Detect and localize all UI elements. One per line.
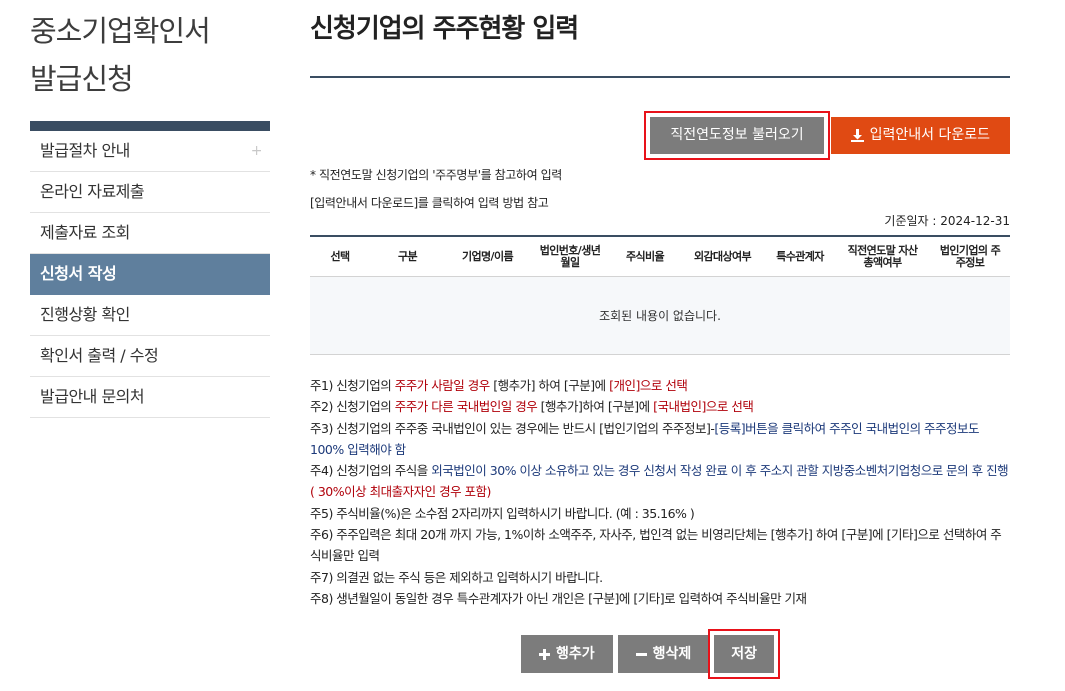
- note-text: [국내법인]으로 선택: [653, 399, 754, 415]
- note-3: 주3) 신청기업의 주주중 국내법인이 있는 경우에는 반드시 [법인기업의 주…: [310, 418, 1010, 461]
- note-text: 주주가 다른 국내법인일 경우: [394, 399, 538, 415]
- col-name: 기업명/이름: [461, 249, 514, 263]
- save-button[interactable]: 저장: [708, 629, 781, 679]
- load-prev-year-button[interactable]: 직전연도정보 불러오기: [644, 111, 830, 160]
- table-header: 선택 구분 기업명/이름 법인번호/생년월일 주식비율 외감대상여부 특수관계자…: [310, 235, 1010, 277]
- plus-icon[interactable]: +: [251, 131, 263, 171]
- note-5: 주5) 주식비율(%)은 소수점 2자리까지 입력하시기 바랍니다. (예 : …: [310, 505, 695, 521]
- sidebar-divider: [30, 121, 270, 131]
- col-audit-target: 외감대상여부: [693, 249, 752, 263]
- sidebar-item-label: 온라인 자료제출: [40, 182, 145, 201]
- note-1: 주1) 신청기업의 주주가 사람일 경우 [행추가] 하여 [구분]에 [개인]…: [310, 375, 1010, 396]
- note-text: [행추가]하여 [구분]에: [537, 399, 654, 415]
- sidebar: 중소기업확인서 발급신청 발급절차 안내 + 온라인 자료제출 제출자료 조회 …: [30, 0, 270, 418]
- sidebar-item-label: 진행상황 확인: [40, 305, 130, 324]
- base-date: 기준일자 : 2024-12-31: [884, 214, 1010, 228]
- sidebar-item-label: 신청서 작성: [40, 264, 117, 283]
- sidebar-item-label: 발급절차 안내: [40, 141, 130, 160]
- note-text: [행추가] 하여 [구분]에: [489, 378, 610, 393]
- col-select: 선택: [330, 249, 350, 263]
- sidebar-title: 중소기업확인서 발급신청: [30, 0, 270, 103]
- sidebar-title-line1: 중소기업확인서: [30, 14, 211, 48]
- sidebar-item-print-edit[interactable]: 확인서 출력 / 수정: [30, 336, 270, 377]
- page-title: 신청기업의 주주현황 입력: [310, 14, 579, 44]
- note-2: 주2) 신청기업의 주주가 다른 국내법인일 경우 [행추가]하여 [구분]에 …: [310, 396, 1010, 417]
- col-share-ratio: 주식비율: [625, 249, 665, 263]
- note-text: 외국법인이 30% 이상 소유하고 있는 경우 신청서 작성 완료 이 후 주소…: [431, 463, 1009, 479]
- note-text: 주주가 사람일 경우: [394, 378, 490, 393]
- sidebar-item-label: 발급안내 문의처: [40, 387, 145, 406]
- sidebar-item-label: 확인서 출력 / 수정: [40, 346, 159, 365]
- minus-icon: [635, 652, 647, 656]
- note-text: ( 30%이상 최대출자자인 경우 포함): [310, 484, 491, 500]
- col-corp-number: 법인번호/생년월일: [539, 243, 601, 269]
- note-text: 주1) 신청기업의: [310, 378, 395, 393]
- note-shareholder-list: * 직전연도말 신청기업의 '주주명부'를 참고하여 입력: [310, 168, 562, 182]
- sidebar-title-line2: 발급신청: [30, 62, 134, 96]
- notes-block: 주1) 신청기업의 주주가 사람일 경우 [행추가] 하여 [구분]에 [개인]…: [310, 375, 1010, 609]
- col-related-party: 특수관계자: [776, 249, 824, 263]
- note-text: 주4) 신청기업의 주식을: [310, 463, 432, 479]
- download-guide-label: 입력안내서 다운로드: [869, 127, 990, 143]
- sidebar-item-label: 제출자료 조회: [40, 223, 130, 242]
- sidebar-menu: 발급절차 안내 + 온라인 자료제출 제출자료 조회 신청서 작성 진행상황 확…: [30, 131, 270, 418]
- delete-row-button[interactable]: 행삭제: [617, 635, 710, 673]
- save-label: 저장: [731, 646, 758, 662]
- bottom-button-row: 행추가 행삭제 저장: [521, 629, 781, 679]
- note-8: 주8) 생년월일이 동일한 경우 특수관계자가 아닌 개인은 [구분]에 [기타…: [310, 590, 807, 606]
- sidebar-item-online-submit[interactable]: 온라인 자료제출: [30, 172, 270, 213]
- plus-icon: [539, 648, 550, 660]
- add-row-label: 행추가: [556, 646, 595, 662]
- note-6: 주6) 주주입력은 최대 20개 까지 가능, 1%이하 소액주주, 자사주, …: [310, 527, 1002, 564]
- table-empty-message: 조회된 내용이 없습니다.: [310, 277, 1010, 355]
- title-divider: [310, 76, 1010, 78]
- note-7: 주7) 의결권 없는 주식 등은 제외하고 입력하시기 바랍니다.: [310, 569, 603, 585]
- sidebar-item-progress[interactable]: 진행상황 확인: [30, 295, 270, 336]
- col-type: 구분: [397, 249, 418, 263]
- note-4: 주4) 신청기업의 주식을 외국법인이 30% 이상 소유하고 있는 경우 신청…: [310, 460, 1010, 503]
- top-button-row: 직전연도정보 불러오기 입력안내서 다운로드: [644, 111, 1010, 160]
- download-icon: [850, 129, 864, 142]
- delete-row-label: 행삭제: [652, 646, 692, 662]
- sidebar-item-submitted-search[interactable]: 제출자료 조회: [30, 213, 270, 254]
- col-total-assets: 직전연도말 자산총액여부: [847, 243, 918, 269]
- sidebar-item-procedure[interactable]: 발급절차 안내 +: [30, 131, 270, 172]
- note-text: [개인]으로 선택: [609, 378, 688, 393]
- shareholder-table: 선택 구분 기업명/이름 법인번호/생년월일 주식비율 외감대상여부 특수관계자…: [310, 235, 1010, 355]
- note-download-guide: [입력안내서 다운로드]를 클릭하여 입력 방법 참고: [310, 196, 549, 210]
- sidebar-item-application[interactable]: 신청서 작성: [30, 254, 270, 295]
- note-text: 주3) 신청기업의 주주중 국내법인이 있는 경우에는 반드시 [법인기업의 주…: [310, 420, 715, 436]
- add-row-button[interactable]: 행추가: [521, 635, 613, 673]
- sidebar-item-contact[interactable]: 발급안내 문의처: [30, 377, 270, 418]
- col-corp-shareholder-info: 법인기업의 주주정보: [939, 243, 1001, 269]
- main-content: 신청기업의 주주현황 입력 직전연도정보 불러오기 입력안내서 다운로드 * 직…: [310, 0, 1010, 679]
- note-text: 주2) 신청기업의: [310, 399, 395, 415]
- download-guide-button[interactable]: 입력안내서 다운로드: [830, 117, 1010, 154]
